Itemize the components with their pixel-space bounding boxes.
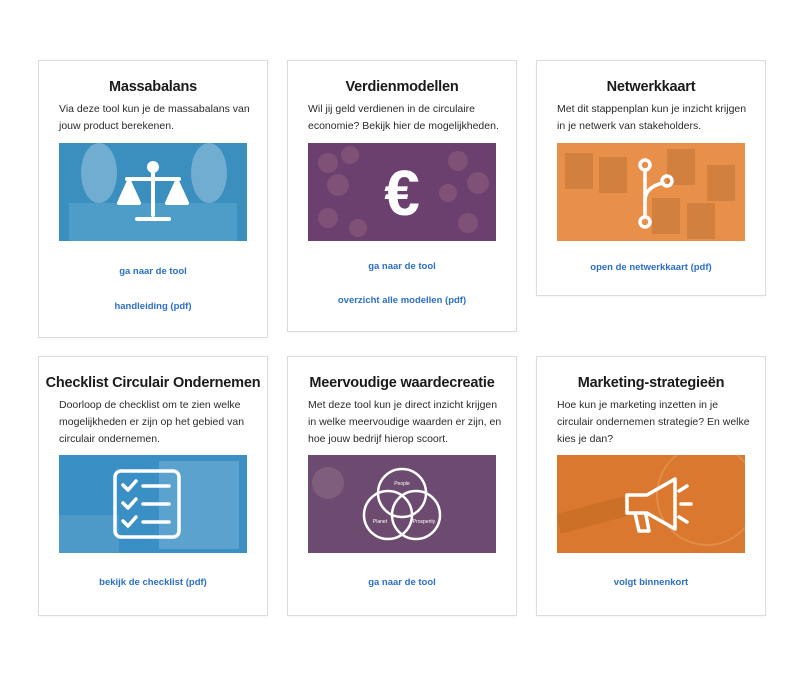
tool-card-marketing: Marketing-strategieën Hoe kun je marketi… [536,356,766,616]
link-ga-naar-de-tool[interactable]: ga naar de tool [39,266,267,277]
card-description: Met deze tool kun je direct inzicht krij… [308,399,502,445]
card-description: Wil jij geld verdienen in de circulaire … [308,103,499,132]
tool-card-checklist: Checklist Circulair Ondernemen Doorloop … [38,356,268,616]
card-description: Doorloop de checklist om te zien welke m… [59,399,245,445]
card-title: Massabalans [108,79,198,95]
venn-label-prosperity: Prosperity [413,519,436,525]
card-title: Verdienmodellen [345,79,459,95]
link-open-de-netwerkkaart-pdf[interactable]: open de netwerkkaart (pdf) [537,262,765,273]
card-image-massabalans[interactable] [59,143,247,241]
card-image-marketing[interactable] [557,455,745,553]
card-description: Via deze tool kun je de massabalans van … [59,103,250,132]
link-ga-naar-de-tool[interactable]: ga naar de tool [288,577,516,588]
card-image-waardecreatie[interactable]: People Planet Prosperity [308,455,496,553]
venn-label-people: People [394,481,410,487]
tool-card-massabalans: Massabalans Via deze tool kun je de mass… [38,60,268,338]
card-description: Met dit stappenplan kun je inzicht krijg… [557,103,747,132]
link-ga-naar-de-tool[interactable]: ga naar de tool [288,261,516,272]
link-volgt-binnenkort[interactable]: volgt binnenkort [537,577,765,588]
card-image-netwerkkaart[interactable] [557,143,745,241]
venn-label-planet: Planet [373,519,388,525]
euro-icon: € [384,157,420,229]
card-title: Checklist Circulair Ondernemen [45,375,261,391]
link-overzicht-alle-modellen-pdf[interactable]: overzicht alle modellen (pdf) [288,295,516,306]
card-description: Hoe kun je marketing inzetten in je circ… [557,399,750,445]
card-title: Netwerkkaart [606,79,696,95]
link-bekijk-de-checklist-pdf[interactable]: bekijk de checklist (pdf) [39,577,267,588]
link-handleiding-pdf[interactable]: handleiding (pdf) [39,301,267,312]
card-image-verdienmodellen[interactable]: € [308,143,496,241]
card-image-checklist[interactable] [59,455,247,553]
tool-card-verdienmodellen: Verdienmodellen Wil jij geld verdienen i… [287,60,517,332]
tool-card-netwerkkaart: Netwerkkaart Met dit stappenplan kun je … [536,60,766,296]
card-title: Meervoudige waardecreatie [309,375,495,391]
card-title: Marketing-strategieën [577,375,725,391]
tool-card-waardecreatie: Meervoudige waardecreatie Met deze tool … [287,356,517,616]
